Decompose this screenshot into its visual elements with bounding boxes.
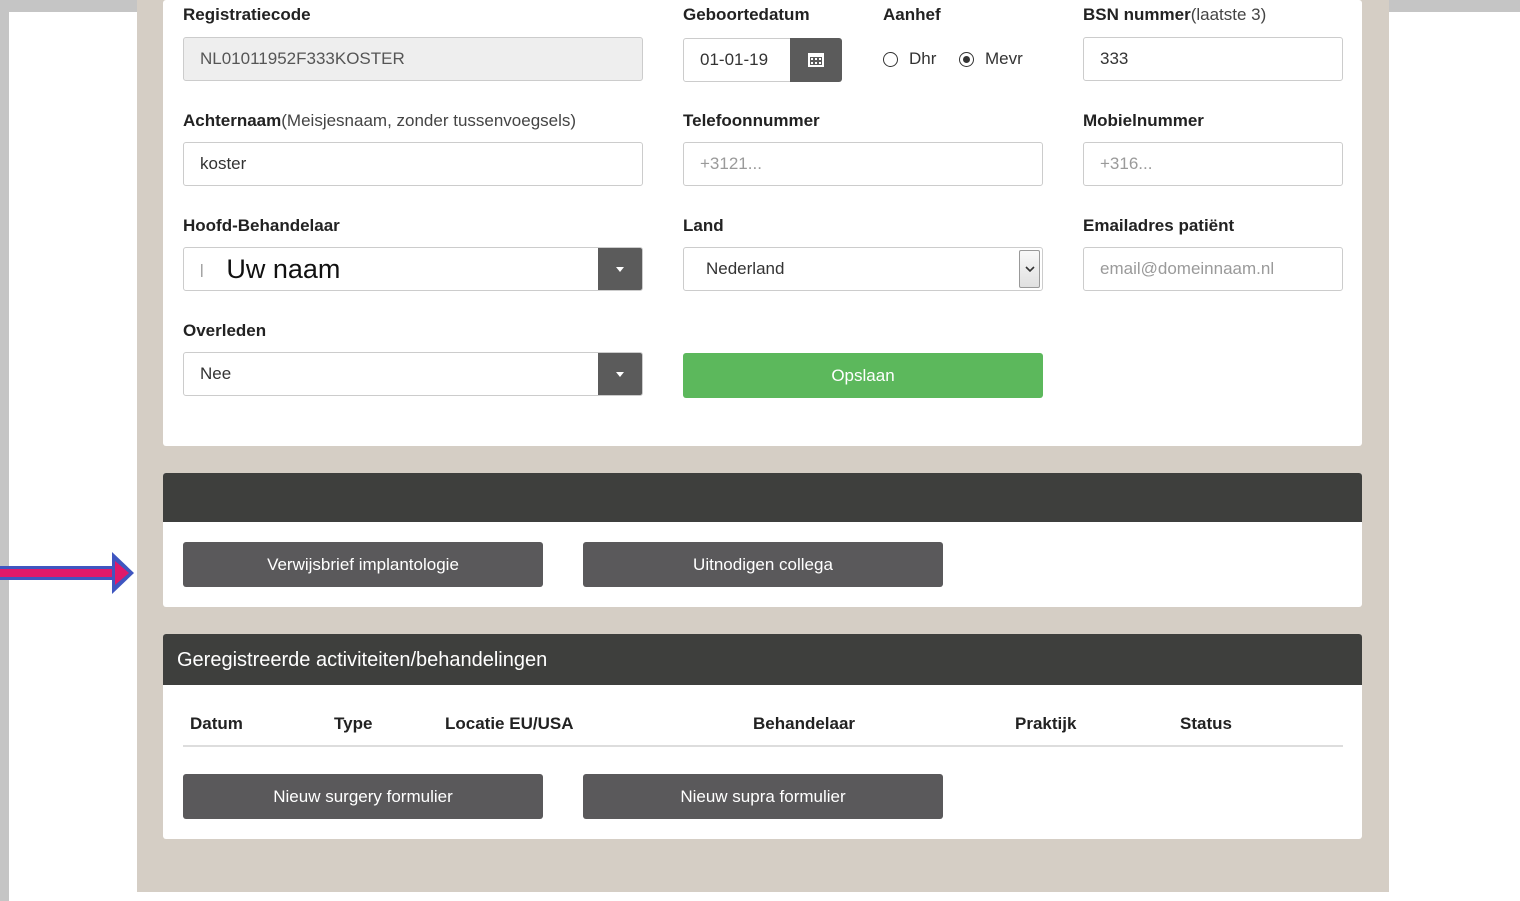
achternaam-input[interactable]: koster [183,142,643,186]
overleden-select[interactable]: Nee [183,352,643,396]
radio-mevr[interactable] [959,52,974,67]
behandelaar-select[interactable]: | Uw naam [183,247,643,291]
radio-mevr-label[interactable]: Mevr [985,49,1023,69]
calendar-button[interactable] [790,38,842,82]
land-select[interactable]: Nederland [683,247,1043,291]
column-header-datum: Datum [190,714,243,733]
registratiecode-label: Registratiecode [183,5,311,24]
calendar-icon [808,53,824,67]
behandelaar-value: Uw naam [226,254,341,284]
invite-colleague-button[interactable]: Uitnodigen collega [583,542,943,587]
overleden-dropdown-button[interactable] [598,353,642,395]
caret-down-icon [616,372,624,377]
select-arrow[interactable] [1019,250,1040,288]
column-header-praktijk: Praktijk [1015,714,1077,733]
radio-selected-dot [962,55,970,63]
registratiecode-field: NL01011952F333KOSTER [183,37,643,81]
aanhef-label: Aanhef [883,5,941,24]
achternaam-label: Achternaam(Meisjesnaam, zonder tussenvoe… [183,111,577,130]
mobiel-label: Mobielnummer [1083,111,1204,130]
activities-title: Geregistreerde activiteiten/behandelinge… [163,634,1362,685]
column-header-locatie: Locatie EU/USA [445,714,574,733]
new-surgery-form-button[interactable]: Nieuw surgery formulier [183,774,543,819]
behandelaar-label: Hoofd-Behandelaar [183,216,340,235]
mobiel-input[interactable]: +316... [1083,142,1343,186]
window-frame-left [0,0,9,901]
new-supra-form-button[interactable]: Nieuw supra formulier [583,774,943,819]
actions-card-header [163,473,1362,522]
verwijsbrief-button[interactable]: Verwijsbrief implantologie [183,542,543,587]
bsn-label: BSN nummer(laatste 3) [1083,5,1267,24]
geboortedatum-input[interactable]: 01-01-19 [683,38,793,82]
radio-dhr-label[interactable]: Dhr [909,49,936,69]
land-label: Land [683,216,724,235]
behandelaar-dropdown-button[interactable] [598,248,642,290]
column-header-behandelaar: Behandelaar [753,714,856,733]
table-header-divider [183,745,1343,747]
telefoon-label: Telefoonnummer [683,111,820,130]
radio-dhr[interactable] [883,52,898,67]
caret-down-icon [616,267,624,272]
bsn-input[interactable]: 333 [1083,37,1343,81]
column-header-type: Type [334,714,373,733]
annotation-arrow-icon [0,552,134,594]
column-header-status: Status [1180,714,1232,733]
email-input[interactable]: email@domeinnaam.nl [1083,247,1343,291]
text-cursor: | [200,261,204,277]
overleden-label: Overleden [183,321,267,340]
telefoon-input[interactable]: +3121... [683,142,1043,186]
geboortedatum-label: Geboortedatum [683,5,810,24]
chevron-down-icon [1025,266,1035,273]
save-button[interactable]: Opslaan [683,353,1043,398]
email-label: Emailadres patiënt [1083,216,1235,235]
